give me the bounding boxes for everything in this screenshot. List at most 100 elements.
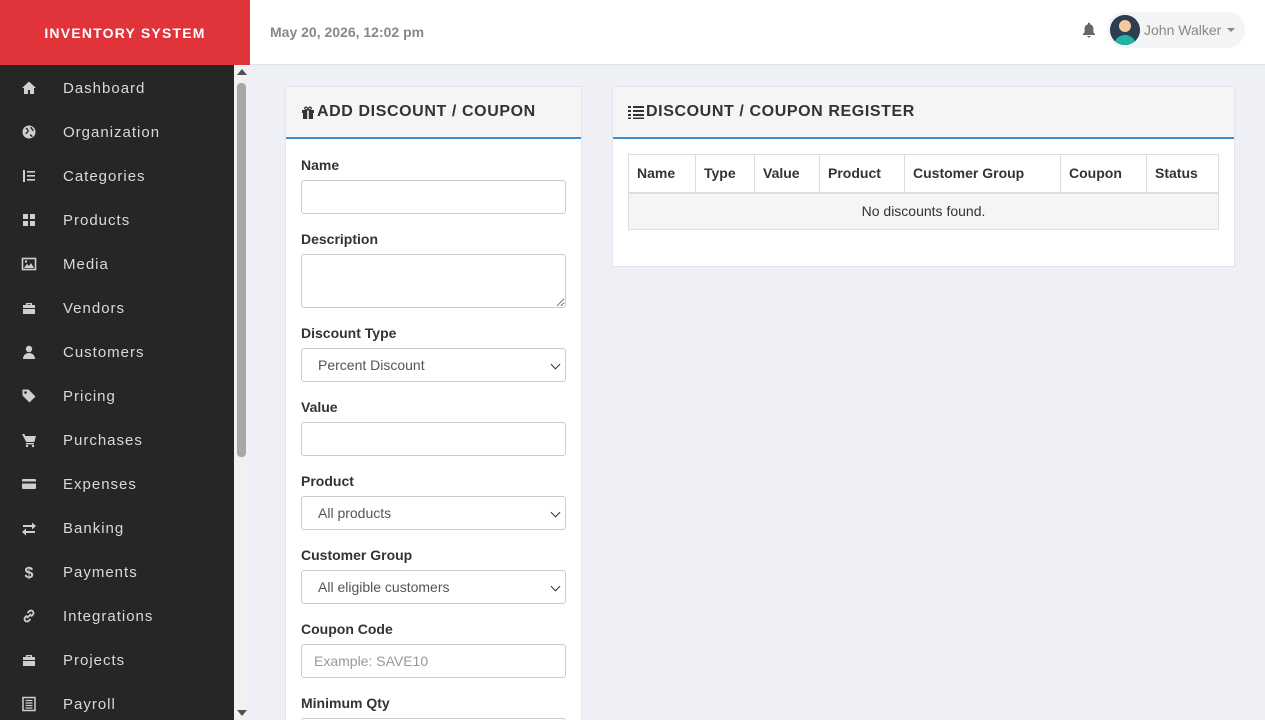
discount-register-panel: DISCOUNT / COUPON REGISTER Name Type Val… (612, 86, 1235, 267)
briefcase-icon (23, 303, 35, 314)
transfer-icon (22, 522, 36, 536)
panel-title: DISCOUNT / COUPON REGISTER (646, 103, 915, 120)
select-value: Percent Discount (318, 357, 425, 373)
product-select[interactable]: All products (301, 496, 566, 530)
sidebar-item-banking[interactable]: Banking (0, 506, 234, 550)
sidebar-item-expenses[interactable]: Expenses (0, 462, 234, 506)
sidebar-item-label: Purchases (63, 431, 143, 449)
scroll-up-icon[interactable] (237, 69, 247, 75)
empty-message: No discounts found. (628, 192, 1219, 230)
sidebar-item-label: Media (63, 255, 109, 273)
sidebar-item-integrations[interactable]: Integrations (0, 594, 234, 638)
column-header[interactable]: Name (628, 154, 696, 194)
column-header[interactable]: Product (819, 154, 905, 194)
image-icon (21, 257, 37, 271)
table-row: No discounts found. (628, 192, 1219, 230)
indent-icon (23, 170, 35, 182)
sidebar-item-categories[interactable]: Categories (0, 154, 234, 198)
brand-logo[interactable]: INVENTORY SYSTEM (0, 0, 250, 65)
sidebar-item-media[interactable]: Media (0, 242, 234, 286)
minimum-qty-label: Minimum Qty (301, 695, 390, 711)
discount-type-select[interactable]: Percent Discount (301, 348, 566, 382)
column-header[interactable]: Value (754, 154, 820, 194)
globe-icon (22, 125, 36, 139)
column-header[interactable]: Type (695, 154, 755, 194)
chevron-down-icon (550, 359, 561, 370)
sidebar-item-label: Vendors (63, 299, 126, 317)
discount-type-label: Discount Type (301, 325, 397, 341)
value-input[interactable] (301, 422, 566, 456)
grid-icon (23, 214, 35, 226)
sidebar-item-pricing[interactable]: Pricing (0, 374, 234, 418)
list-icon (22, 696, 36, 712)
credit-card-icon (22, 479, 36, 489)
scrollbar-thumb[interactable] (237, 83, 246, 457)
sidebar-item-label: Organization (63, 123, 161, 141)
link-icon (23, 609, 35, 623)
column-header[interactable]: Status (1146, 154, 1219, 194)
gift-icon (302, 106, 314, 119)
sidebar-item-label: Categories (63, 167, 146, 185)
sidebar-item-projects[interactable]: Projects (0, 638, 234, 682)
sidebar-item-label: Payments (63, 563, 138, 581)
name-label: Name (301, 157, 340, 173)
sidebar-item-customers[interactable]: Customers (0, 330, 234, 374)
coupon-code-label: Coupon Code (301, 621, 393, 637)
chevron-down-icon (550, 507, 561, 518)
coupon-code-input[interactable] (301, 644, 566, 678)
select-value: All eligible customers (318, 579, 450, 595)
add-discount-header: ADD DISCOUNT / COUPON (286, 87, 581, 139)
register-header: DISCOUNT / COUPON REGISTER (613, 87, 1234, 139)
sidebar-item-payments[interactable]: $ Payments (0, 550, 234, 594)
briefcase-icon (23, 655, 35, 666)
avatar (1110, 15, 1140, 45)
table-header-row: Name Type Value Product Customer Group C… (628, 154, 1219, 194)
list-icon (628, 106, 644, 119)
description-label: Description (301, 231, 379, 247)
user-menu[interactable]: John Walker (1107, 12, 1245, 48)
cart-icon (22, 434, 36, 448)
add-discount-panel: ADD DISCOUNT / COUPON Name Description D… (285, 86, 582, 720)
customer-group-label: Customer Group (301, 547, 413, 563)
sidebar-item-label: Customers (63, 343, 145, 361)
sidebar-item-products[interactable]: Products (0, 198, 234, 242)
panel-title: ADD DISCOUNT / COUPON (317, 103, 536, 120)
sidebar-item-label: Banking (63, 519, 125, 537)
name-input[interactable] (301, 180, 566, 214)
dollar-icon: $ (25, 565, 34, 580)
sidebar-scrollbar[interactable] (234, 65, 250, 720)
column-header[interactable]: Coupon (1060, 154, 1147, 194)
customer-group-select[interactable]: All eligible customers (301, 570, 566, 604)
sidebar-item-organization[interactable]: Organization (0, 110, 234, 154)
current-datetime: May 20, 2026, 12:02 pm (270, 24, 425, 40)
sidebar-item-vendors[interactable]: Vendors (0, 286, 234, 330)
chevron-down-icon (550, 581, 561, 592)
discount-table: Name Type Value Product Customer Group C… (628, 154, 1219, 230)
select-value: All products (318, 505, 392, 521)
sidebar-item-label: Products (63, 211, 131, 229)
sidebar-item-label: Projects (63, 651, 126, 669)
sidebar: Dashboard Organization Categories Produc… (0, 65, 234, 720)
sidebar-item-label: Integrations (63, 607, 154, 625)
sidebar-item-label: Dashboard (63, 79, 146, 97)
user-name: John Walker (1144, 22, 1222, 38)
tag-icon (22, 389, 36, 403)
scroll-down-icon[interactable] (237, 710, 247, 716)
top-bar: May 20, 2026, 12:02 pm John Walker (250, 0, 1265, 65)
sidebar-item-purchases[interactable]: Purchases (0, 418, 234, 462)
sidebar-item-payroll[interactable]: Payroll (0, 682, 234, 720)
sidebar-item-label: Expenses (63, 475, 137, 493)
svg-text:$: $ (25, 565, 34, 580)
home-icon (22, 81, 36, 94)
chevron-down-icon (1227, 28, 1236, 32)
user-icon (23, 345, 35, 359)
description-textarea[interactable] (301, 254, 566, 308)
sidebar-item-dashboard[interactable]: Dashboard (0, 66, 234, 110)
sidebar-item-label: Payroll (63, 695, 116, 713)
value-label: Value (301, 399, 338, 415)
bell-icon[interactable] (1082, 22, 1096, 38)
sidebar-item-label: Pricing (63, 387, 116, 405)
product-label: Product (301, 473, 354, 489)
column-header[interactable]: Customer Group (904, 154, 1061, 194)
user-avatar-icon (1110, 15, 1140, 45)
